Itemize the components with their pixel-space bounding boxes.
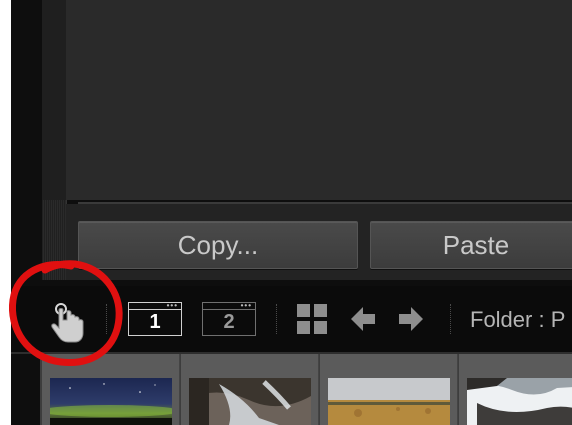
night-sky-image <box>50 378 172 425</box>
copy-button-label: Copy... <box>177 229 259 260</box>
secondary-display-button[interactable]: ••• 2 <box>202 302 256 336</box>
waterfall-image <box>189 378 311 425</box>
snowy-stream-image <box>467 378 572 425</box>
hay-field-image <box>328 378 450 425</box>
arrow-right-glyph <box>399 307 423 331</box>
snowy-stream-photo[interactable] <box>467 378 572 425</box>
hand-pointer-glyph <box>51 303 84 343</box>
arrow-left-icon[interactable] <box>348 303 378 335</box>
toolbar-separator <box>450 304 452 334</box>
grid-glyph <box>297 304 327 334</box>
hay-field-photo[interactable] <box>328 378 450 425</box>
arrow-right-icon[interactable] <box>396 303 426 335</box>
primary-display-button[interactable]: ••• 1 <box>128 302 182 336</box>
toolbar-separator <box>276 304 278 334</box>
toolbar-separator <box>106 304 108 334</box>
panel-resize-handle[interactable] <box>42 200 66 280</box>
secondary-display-number: 2 <box>223 310 235 333</box>
window-dots-icon: ••• <box>166 301 178 310</box>
arrow-left-glyph <box>351 307 375 331</box>
primary-display-number: 1 <box>149 310 161 333</box>
paste-settings-button[interactable]: Paste <box>370 221 572 269</box>
folder-breadcrumb[interactable]: Folder : P <box>470 304 565 336</box>
copy-settings-button[interactable]: Copy... <box>78 221 358 269</box>
paste-button-label: Paste <box>442 229 510 260</box>
night-sky-photo[interactable] <box>50 378 172 425</box>
settings-panel <box>66 0 572 200</box>
waterfall-photo[interactable] <box>189 378 311 425</box>
grid-view-icon[interactable] <box>296 303 328 335</box>
hand-pointer-icon[interactable] <box>40 296 96 348</box>
app-window: Copy... Paste ••• 1 ••• 2 Folder: P <box>0 0 572 425</box>
window-dots-icon: ••• <box>240 301 252 310</box>
